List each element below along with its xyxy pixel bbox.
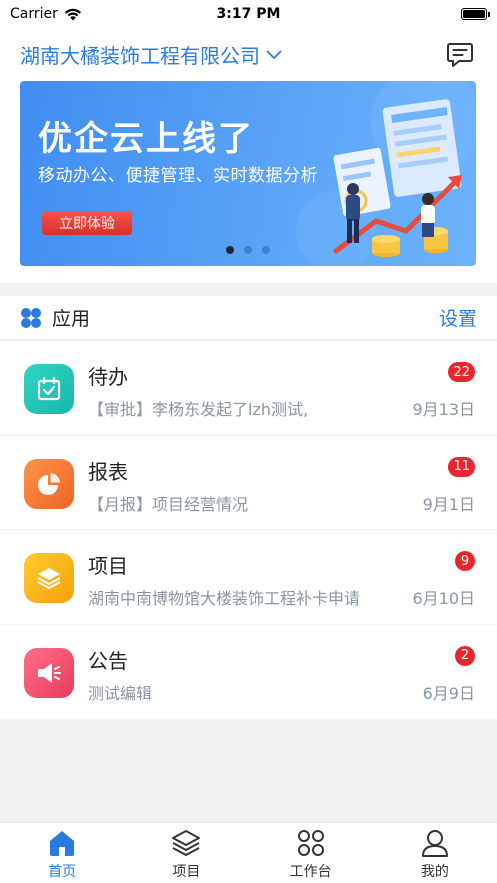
item-desc: 测试编辑: [88, 683, 153, 703]
wifi-icon: [64, 8, 81, 20]
report-app-icon: [24, 458, 74, 509]
item-name: 公告: [88, 648, 128, 673]
carousel-dot[interactable]: [244, 246, 252, 254]
tab-workbench[interactable]: 工作台: [249, 823, 373, 883]
apps-section-header: 应用 设置: [0, 296, 497, 340]
item-desc: 湖南中南博物馆大楼装饰工程补卡申请: [88, 589, 361, 608]
calendar-check-icon: [37, 376, 61, 401]
tab-label: 项目: [172, 864, 201, 880]
item-date: 9月1日: [422, 494, 475, 514]
carousel-dot[interactable]: [262, 246, 270, 254]
tab-mine[interactable]: 我的: [373, 823, 497, 883]
banner-title: 优企云上线了: [38, 119, 254, 159]
megaphone-icon: [38, 662, 61, 683]
apps-list: 待办 22 【审批】李杨东发起了lzh测试, 9月13日 报表 11 【月报】项…: [0, 341, 497, 719]
layers-icon: [172, 830, 201, 856]
carousel-dot[interactable]: [226, 246, 234, 254]
chevron-down-icon: [266, 50, 282, 59]
list-item-report[interactable]: 报表 11 【月报】项目经营情况 9月1日: [0, 436, 497, 530]
home-icon: [50, 831, 75, 856]
unread-badge: 2: [455, 645, 475, 666]
item-desc: 【审批】李杨东发起了lzh测试,: [88, 400, 309, 419]
item-date: 6月9日: [422, 683, 475, 703]
apps-title: 应用: [52, 308, 91, 330]
tab-home[interactable]: 首页: [0, 823, 124, 883]
apps-grid-icon: [21, 307, 41, 328]
message-icon[interactable]: [445, 40, 475, 70]
pie-chart-icon: [38, 472, 60, 495]
project-app-icon: [24, 553, 74, 603]
layers-icon: [37, 568, 61, 589]
item-date: 9月13日: [412, 400, 475, 419]
carousel-dots[interactable]: [20, 246, 476, 254]
promo-banner[interactable]: 优企云上线了 移动办公、便捷管理、实时数据分析 立即体验: [20, 81, 476, 266]
tab-project[interactable]: 项目: [124, 823, 248, 883]
item-name: 项目: [88, 554, 128, 578]
company-selector[interactable]: 湖南大橘装饰工程有限公司: [20, 40, 282, 69]
tab-label: 工作台: [289, 864, 332, 880]
tab-label: 首页: [48, 864, 77, 880]
status-bar: Carrier 3:17 PM: [0, 0, 497, 28]
try-now-button[interactable]: 立即体验: [42, 211, 132, 235]
list-item-project[interactable]: 项目 9 湖南中南博物馆大楼装饰工程补卡申请 6月10日: [0, 530, 497, 625]
unread-badge: 11: [448, 456, 475, 477]
battery-icon: [461, 8, 490, 20]
header: 湖南大橘装饰工程有限公司 优企云上线了 移动办公、便捷管理、实时数据分析 立即体…: [0, 28, 497, 283]
banner-illustration: [296, 81, 476, 266]
unread-badge: 9: [455, 551, 475, 571]
user-icon: [421, 830, 448, 857]
status-left: Carrier: [10, 6, 82, 22]
notice-app-icon: [24, 647, 74, 698]
todo-app-icon: [24, 364, 74, 414]
settings-link[interactable]: 设置: [439, 304, 477, 331]
company-name: 湖南大橘装饰工程有限公司: [20, 44, 260, 68]
tab-label: 我的: [420, 864, 449, 880]
list-item-notice[interactable]: 公告 2 测试编辑 6月9日: [0, 625, 497, 720]
grid-icon: [297, 830, 324, 856]
unread-badge: 22: [448, 362, 475, 382]
carrier-label: Carrier: [10, 6, 58, 22]
tab-bar: 首页 项目 工作台 我的: [0, 822, 497, 883]
item-name: 待办: [88, 365, 128, 389]
item-name: 报表: [88, 459, 128, 484]
list-item-todo[interactable]: 待办 22 【审批】李杨东发起了lzh测试, 9月13日: [0, 341, 497, 436]
item-date: 6月10日: [412, 589, 475, 608]
item-desc: 【月报】项目经营情况: [88, 494, 249, 514]
